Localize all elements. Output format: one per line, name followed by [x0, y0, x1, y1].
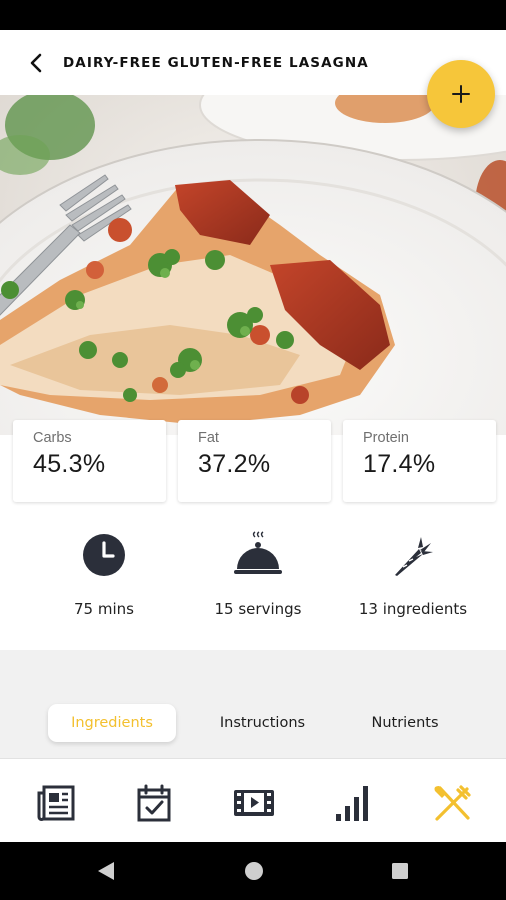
- back-button[interactable]: [16, 43, 56, 83]
- plus-icon: [452, 85, 470, 103]
- recents-square-icon[interactable]: [390, 860, 410, 882]
- macro-value: 37.2%: [198, 450, 271, 478]
- add-button[interactable]: [427, 60, 495, 128]
- serving-dish-icon: [234, 531, 282, 574]
- fork-knife-icon: [434, 785, 471, 821]
- chevron-left-icon: [30, 53, 42, 72]
- bottom-navigation: [0, 758, 506, 842]
- macro-value: 45.3%: [33, 450, 106, 478]
- status-bar: [0, 0, 506, 30]
- nav-stats[interactable]: [329, 779, 377, 827]
- macro-card-protein: Protein 17.4%: [343, 420, 496, 502]
- back-triangle-icon[interactable]: [96, 860, 116, 882]
- tab-ingredients[interactable]: Ingredients: [48, 704, 176, 742]
- macro-card-fat: Fat 37.2%: [178, 420, 331, 502]
- calendar-check-icon: [137, 784, 171, 822]
- tab-instructions[interactable]: Instructions: [200, 704, 325, 742]
- macro-label: Protein: [363, 430, 409, 446]
- macro-label: Carbs: [33, 430, 72, 446]
- bar-chart-icon: [336, 786, 368, 821]
- nav-videos[interactable]: [230, 779, 278, 827]
- info-label: 13 ingredients: [358, 600, 468, 618]
- macro-cards: Carbs 45.3% Fat 37.2% Protein 17.4%: [0, 420, 506, 515]
- page-title: DAIRY-FREE GLUTEN-FREE LASAGNA: [63, 54, 369, 71]
- newspaper-icon: [37, 785, 75, 821]
- info-label: 15 servings: [214, 600, 302, 618]
- macro-value: 17.4%: [363, 450, 436, 478]
- nav-news[interactable]: [32, 779, 80, 827]
- macro-label: Fat: [198, 430, 219, 446]
- carrot-icon: [395, 537, 433, 576]
- nav-meal-plan[interactable]: [130, 779, 178, 827]
- recipe-hero-image: [0, 95, 506, 435]
- lasagna-photo: [0, 95, 506, 435]
- clock-icon: [83, 534, 125, 576]
- recipe-info-row: 75 mins 15 servings 13 ingredients: [0, 515, 506, 650]
- video-icon: [234, 790, 274, 816]
- info-label: 75 mins: [74, 600, 134, 618]
- recipe-tabs: Ingredients Instructions Nutrients: [0, 650, 506, 758]
- macro-card-carbs: Carbs 45.3%: [13, 420, 166, 502]
- nav-recipes[interactable]: [428, 779, 476, 827]
- home-circle-icon[interactable]: [244, 860, 264, 882]
- tab-nutrients[interactable]: Nutrients: [350, 704, 460, 742]
- system-navigation-bar: [0, 842, 506, 900]
